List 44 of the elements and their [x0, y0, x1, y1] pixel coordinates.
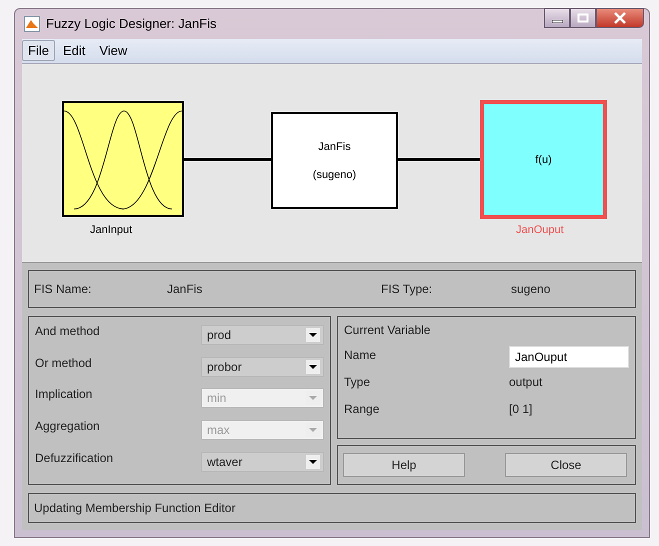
method-dropdown[interactable]: probor: [201, 356, 324, 377]
system-type: (sugeno): [312, 168, 356, 181]
fis-name-value: JanFis: [167, 282, 202, 296]
method-label: And method: [35, 324, 100, 338]
fis-type-label: FIS Type:: [381, 282, 432, 296]
output-function-text: f(u): [535, 154, 552, 166]
method-dropdown[interactable]: wtaver: [201, 452, 324, 472]
method-label: Or method: [35, 356, 92, 370]
fis-type-value: sugeno: [511, 282, 550, 296]
minimize-icon: [552, 20, 562, 23]
minimize-button[interactable]: [544, 8, 570, 28]
method-label: Defuzzification: [35, 450, 114, 465]
menu-item[interactable]: View: [93, 40, 134, 62]
help-button[interactable]: Help: [343, 452, 465, 477]
close-button[interactable]: [596, 8, 644, 28]
app-icon: [24, 16, 40, 32]
caret-icon: [306, 360, 320, 374]
caret-icon: [306, 328, 320, 342]
status-text: Updating Membership Function Editor: [34, 500, 236, 515]
maximize-button[interactable]: [570, 8, 596, 28]
fis-name-label: FIS Name:: [34, 282, 92, 296]
range-value: [0 1]: [509, 402, 532, 416]
close-dialog-button[interactable]: Close: [505, 452, 627, 477]
output-variable-node[interactable]: f(u): [480, 100, 607, 220]
maximize-icon: [577, 13, 589, 23]
input-variable-label: JanInput: [90, 224, 132, 236]
close-icon: [613, 12, 627, 24]
type-value: output: [509, 374, 542, 389]
input-variable-node[interactable]: [62, 101, 184, 218]
name-label: Name: [344, 348, 378, 362]
type-label: Type: [344, 374, 372, 389]
output-variable-label: JanOuput: [516, 224, 564, 236]
range-label: Range: [344, 402, 380, 416]
caret-icon: [306, 454, 320, 469]
menu-item[interactable]: Edit: [56, 40, 92, 62]
method-label: Implication: [35, 387, 92, 402]
method-dropdown[interactable]: prod: [201, 324, 324, 345]
method-label: Aggregation: [35, 419, 100, 434]
system-name: JanFis: [318, 140, 351, 153]
variable-name-field[interactable]: JanOuput: [509, 346, 629, 368]
fis-system-node[interactable]: JanFis (sugeno): [271, 112, 398, 210]
current-variable-title: Current Variable: [344, 322, 432, 337]
menu-item[interactable]: File: [22, 40, 55, 62]
window-title: Fuzzy Logic Designer: JanFis: [46, 16, 217, 32]
